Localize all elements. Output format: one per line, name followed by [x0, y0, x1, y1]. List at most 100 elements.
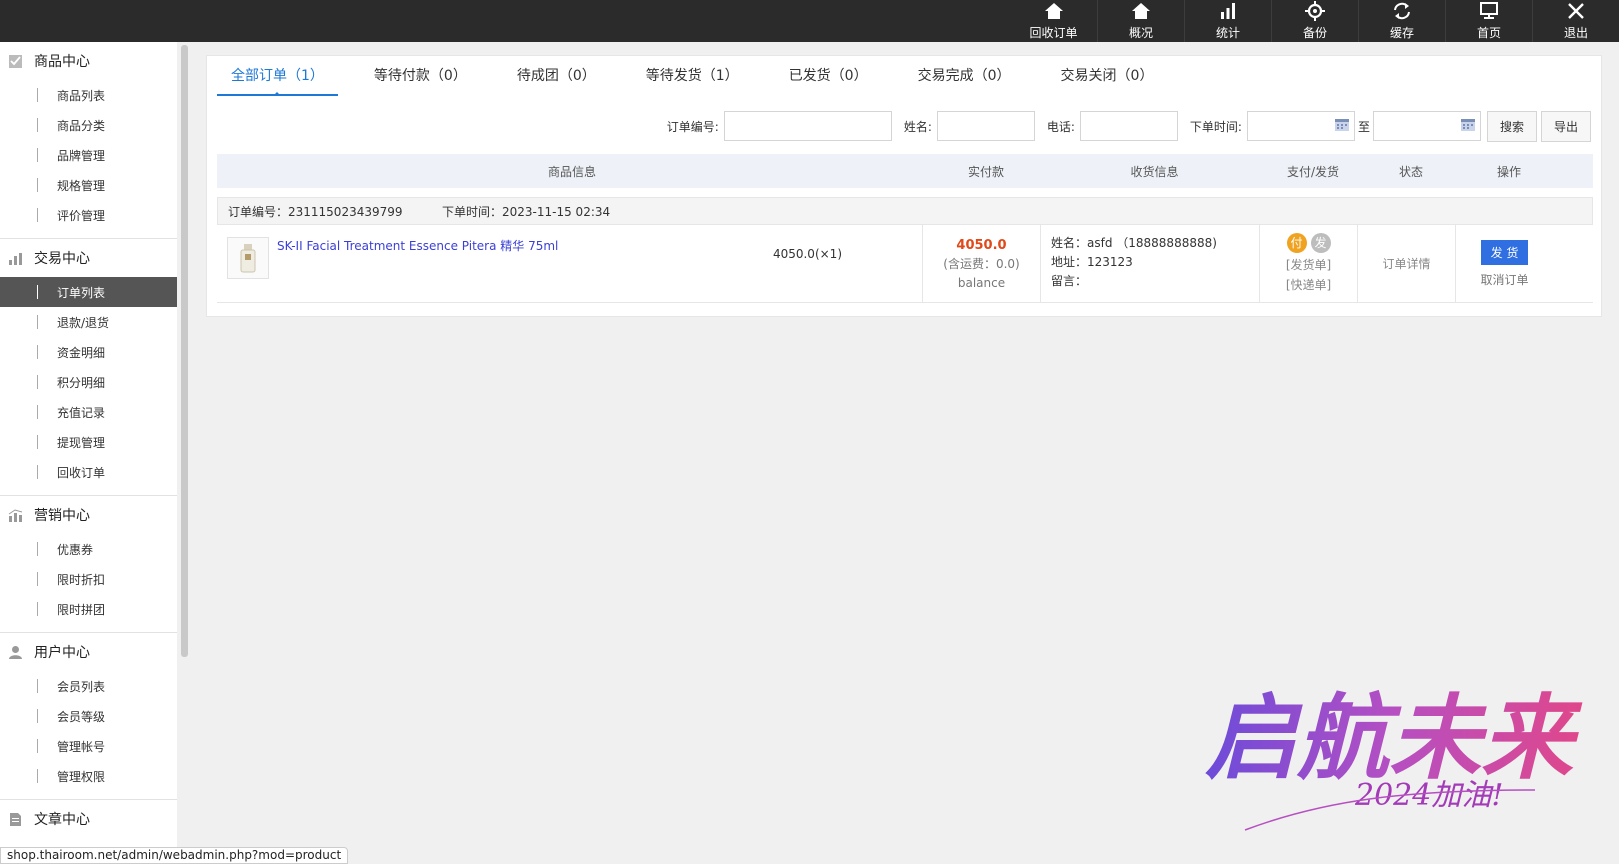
topnav-label: 首页: [1476, 26, 1501, 40]
sidebar-item[interactable]: 评价管理: [0, 200, 177, 230]
tree-line-icon: [37, 315, 47, 329]
tree-line-icon: [37, 679, 47, 693]
sidebar-item[interactable]: 会员列表: [0, 671, 177, 701]
sidebar-item[interactable]: 规格管理: [0, 170, 177, 200]
sidebar-item[interactable]: 管理帐号: [0, 731, 177, 761]
sidebar-scrollbar[interactable]: [181, 45, 188, 657]
cancel-order-link[interactable]: 取消订单: [1480, 271, 1528, 288]
sidebar-item[interactable]: 订单列表: [0, 277, 177, 307]
actions-cell: 发 货 取消订单: [1455, 225, 1553, 303]
calendar-icon[interactable]: [1460, 119, 1475, 131]
topnav-recycle-orders[interactable]: 回收订单: [1010, 0, 1097, 42]
paid-amount: 4050.0: [956, 237, 1007, 253]
sidebar-item-label: 充值记录: [57, 405, 106, 420]
sidebar-item[interactable]: 充值记录: [0, 397, 177, 427]
phone-input[interactable]: [1079, 111, 1178, 141]
col-paid: 实付款: [967, 164, 1004, 179]
col-receiver: 收货信息: [1130, 164, 1179, 179]
tree-line-icon: [37, 542, 47, 556]
export-button[interactable]: 导出: [1540, 110, 1591, 142]
name-input[interactable]: [936, 111, 1035, 141]
tab-order-status[interactable]: 全部订单（1）: [217, 56, 338, 96]
order-detail-link[interactable]: 订单详情: [1382, 254, 1430, 274]
sidebar-group-title: 营销中心: [34, 508, 90, 524]
order-no-input[interactable]: [723, 111, 892, 141]
tab-order-status[interactable]: 交易完成（0）: [904, 56, 1025, 96]
sidebar-group-header[interactable]: 商品中心: [0, 42, 177, 80]
sidebar-item[interactable]: 限时折扣: [0, 564, 177, 594]
checkbox-icon: [9, 54, 22, 68]
topnav-label: 退出: [1563, 26, 1588, 40]
document-icon: [10, 812, 21, 826]
shipping-fee: (含运费：0.0): [943, 256, 1020, 271]
topnav-logout[interactable]: 退出: [1532, 0, 1619, 42]
sidebar-group-title: 文章中心: [34, 812, 90, 828]
tab-order-status[interactable]: 已发货（0）: [775, 56, 882, 96]
tree-line-icon: [37, 572, 47, 586]
sidebar-item-label: 规格管理: [57, 178, 106, 193]
sidebar-group: 商品中心商品列表 商品分类 品牌管理规格管理评价管理: [0, 42, 177, 239]
price-quantity: 4050.0(×1): [772, 247, 842, 261]
ship-button[interactable]: 发 货: [1480, 240, 1529, 265]
sidebar-group: 文章中心: [0, 800, 177, 846]
sidebar-item-label: 提现管理: [57, 435, 106, 450]
topnav-label: 缓存: [1389, 26, 1414, 40]
sidebar-group-title: 商品中心: [34, 54, 90, 70]
sidebar-item-label: 积分明细: [57, 375, 106, 390]
sidebar-group-header[interactable]: 交易中心: [0, 239, 177, 277]
tab-order-status[interactable]: 交易关闭（0）: [1047, 56, 1168, 96]
sidebar-group-title: 交易中心: [34, 251, 90, 267]
tree-line-icon: [37, 178, 47, 192]
product-thumbnail[interactable]: [227, 237, 269, 279]
calendar-icon[interactable]: [1334, 119, 1349, 131]
close-icon: [1568, 3, 1584, 19]
tree-line-icon: [37, 208, 47, 222]
pay-method: balance: [957, 275, 1006, 290]
status-badges: 付 发: [1286, 233, 1331, 253]
sidebar-item[interactable]: 退款/退货: [0, 307, 177, 337]
receiver-address: 地址：123123: [1051, 255, 1133, 269]
sidebar-item[interactable]: 商品列表: [0, 80, 177, 110]
product-name-link[interactable]: SK-II Facial Treatment Essence Pitera 精华…: [277, 237, 558, 291]
sidebar-item[interactable]: 管理权限: [0, 761, 177, 791]
top-nav: 回收订单 概况 统计 备份 缓存 首页 退出: [1010, 0, 1619, 42]
tab-order-status[interactable]: 等待发货（1）: [632, 56, 753, 96]
home-icon: [1132, 3, 1150, 19]
monitor-icon: [1480, 2, 1498, 19]
tab-order-status[interactable]: 待成团（0）: [503, 56, 610, 96]
sidebar-group-header[interactable]: 营销中心: [0, 496, 177, 534]
topnav-stats[interactable]: 统计: [1184, 0, 1271, 42]
sidebar-item-label: 管理帐号: [57, 739, 106, 754]
order-header-row: 订单编号：231115023439799 下单时间：2023-11-15 02:…: [217, 197, 1593, 225]
topnav-overview[interactable]: 概况: [1097, 0, 1184, 42]
order-tabs: 全部订单（1） 等待付款（0） 待成团（0） 等待发货（1） 已发货（0） 交易完成（0）…: [217, 56, 1189, 96]
sidebar-item-label: 限时折扣: [57, 572, 106, 587]
search-button[interactable]: 搜索: [1486, 110, 1537, 142]
sidebar-item[interactable]: 品牌管理: [0, 140, 177, 170]
sidebar-item[interactable]: 优惠券: [0, 534, 177, 564]
sidebar-item[interactable]: 积分明细: [0, 367, 177, 397]
sidebar-group-header[interactable]: 文章中心: [0, 800, 177, 838]
watermark-logo: 启航未来 2024加油!: [1205, 684, 1583, 831]
sidebar-item[interactable]: 资金明细: [0, 337, 177, 367]
sidebar-item[interactable]: 限时拼团: [0, 594, 177, 624]
sidebar-item[interactable]: 会员等级: [0, 701, 177, 731]
sidebar-item-label: 回收订单: [57, 465, 106, 480]
tree-line-icon: [37, 769, 47, 783]
shipping-slip-link[interactable]: [发货单]: [1286, 255, 1331, 275]
express-slip-link[interactable]: [快递单]: [1286, 275, 1331, 295]
tree-line-icon: [37, 739, 47, 753]
sidebar-group-header[interactable]: 用户中心: [0, 633, 177, 671]
sidebar-item-label: 优惠券: [57, 542, 94, 557]
tree-line-icon: [37, 88, 47, 102]
topnav-home[interactable]: 首页: [1445, 0, 1532, 42]
topnav-cache[interactable]: 缓存: [1358, 0, 1445, 42]
sidebar-item[interactable]: 回收订单: [0, 457, 177, 487]
tree-line-icon: [37, 148, 47, 162]
bar-chart-icon: [1221, 3, 1235, 19]
sidebar-item[interactable]: 商品分类: [0, 110, 177, 140]
topnav-backup[interactable]: 备份: [1271, 0, 1358, 42]
tab-order-status[interactable]: 等待付款（0）: [360, 56, 481, 96]
bar-chart-icon: [9, 252, 22, 265]
sidebar-item[interactable]: 提现管理: [0, 427, 177, 457]
